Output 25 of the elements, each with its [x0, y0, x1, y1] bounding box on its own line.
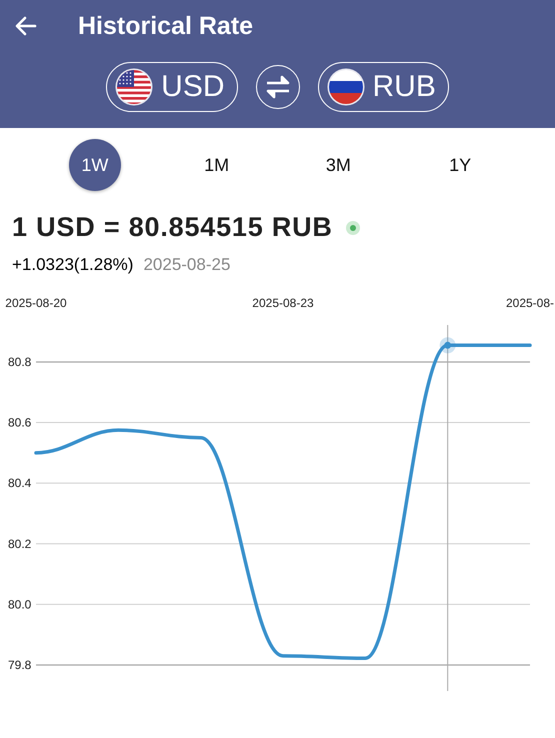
axis-label: 80.4 [8, 476, 32, 490]
flag-icon [326, 68, 364, 106]
axis-label: 2025-08-23 [252, 296, 314, 310]
swap-button[interactable] [256, 65, 300, 109]
axis-label: 2025-08-20 [5, 296, 67, 310]
axis-label: 79.8 [8, 658, 32, 672]
currency-button[interactable]: RUB [318, 62, 449, 112]
period-tab[interactable]: 1M [190, 139, 243, 191]
axis-label: 80.0 [8, 597, 32, 612]
change-value: +1.0323(1.28%) [12, 255, 134, 275]
period-tab[interactable]: 1W [68, 139, 121, 191]
axis-label: 80.6 [8, 416, 32, 430]
screen-title: Historical Rate [78, 12, 254, 40]
back-button[interactable] [14, 14, 38, 38]
rate-date: 2025-08-25 [143, 255, 230, 275]
back-arrow-icon [15, 16, 37, 36]
exchange-rate: 1 USD = 80.854515 RUB [12, 212, 333, 243]
axis-label: 2025-08- [506, 296, 554, 310]
currency-button[interactable]: USD [106, 62, 238, 112]
flag-icon [115, 68, 154, 106]
axis-label: 80.2 [8, 536, 32, 551]
axis-label: 80.8 [8, 354, 32, 369]
selected-point [440, 337, 456, 354]
period-tab[interactable]: 3M [312, 139, 364, 191]
period-tab[interactable]: 1Y [434, 139, 486, 191]
